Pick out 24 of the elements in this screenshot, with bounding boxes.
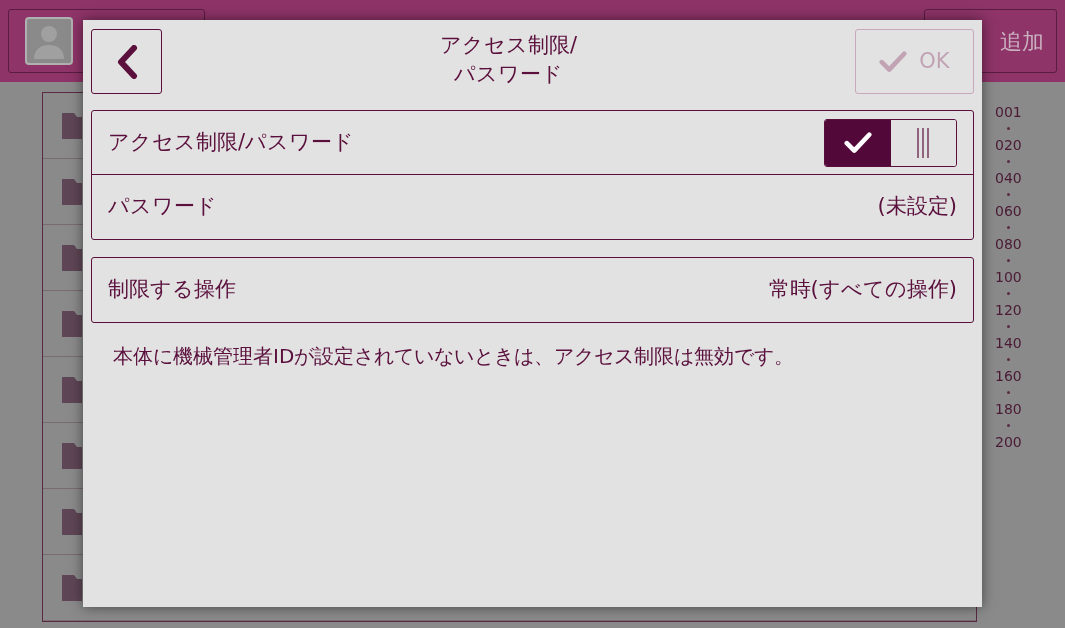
check-icon — [843, 131, 872, 154]
dialog-title: アクセス制限/ パスワード — [439, 32, 578, 88]
check-icon — [879, 50, 908, 73]
index-label[interactable]: 160 — [995, 368, 1022, 384]
index-label[interactable]: 060 — [995, 203, 1022, 219]
index-label[interactable]: 200 — [995, 434, 1022, 450]
setting-row[interactable]: パスワード (未設定) — [92, 175, 973, 239]
index-label[interactable]: 040 — [995, 170, 1022, 186]
index-label[interactable]: 180 — [995, 401, 1022, 417]
note-text: 本体に機械管理者IDが設定されていないときは、アクセス制限は無効です。 — [113, 343, 796, 370]
back-button[interactable] — [91, 29, 162, 94]
toggle-switch[interactable] — [824, 118, 957, 167]
index-label[interactable]: 140 — [995, 335, 1022, 351]
user-avatar-icon — [25, 17, 73, 65]
index-label[interactable]: 080 — [995, 236, 1022, 252]
grip-lines-icon — [916, 127, 931, 158]
setting-row[interactable]: 制限する操作 常時(すべての操作) — [92, 258, 973, 322]
chevron-left-icon — [115, 44, 138, 79]
index-label[interactable]: 100 — [995, 269, 1022, 285]
setting-label: アクセス制限/パスワード — [108, 128, 355, 156]
index-label[interactable]: 001 — [995, 104, 1022, 120]
ok-button: OK — [855, 29, 974, 94]
index-label[interactable]: 020 — [995, 137, 1022, 153]
index-label[interactable]: 120 — [995, 302, 1022, 318]
